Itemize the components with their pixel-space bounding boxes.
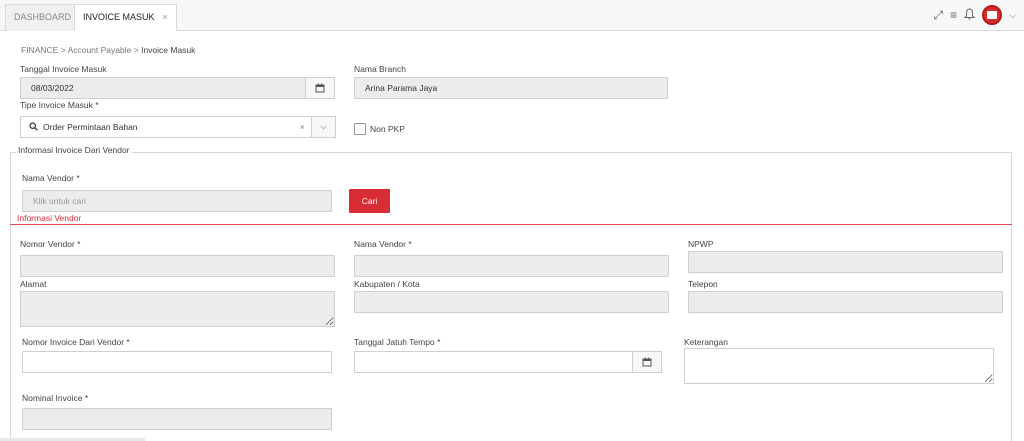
tab-invoice-masuk[interactable]: INVOICE MASUK × — [74, 4, 177, 32]
nama-branch-field: Arina Parama Jaya — [354, 77, 668, 99]
breadcrumb: FINANCE > Account Payable > Invoice Masu… — [21, 45, 196, 55]
nomor-vendor-label: Nomor Vendor * — [20, 239, 81, 249]
tipe-invoice-value: Order Permintaan Bahan — [43, 122, 138, 132]
breadcrumb-finance[interactable]: FINANCE — [21, 45, 58, 55]
divider — [10, 224, 1012, 225]
search-icon — [29, 122, 38, 133]
chevron-down-icon[interactable]: ⌵ — [1009, 10, 1016, 21]
nama-branch-label: Nama Branch — [354, 64, 406, 74]
kabupaten-field — [354, 291, 669, 313]
non-pkp-label: Non PKP — [370, 124, 405, 134]
nomor-vendor-field — [20, 255, 335, 277]
nama-vendor-search-label: Nama Vendor * — [22, 173, 80, 183]
telepon-label: Telepon — [688, 279, 718, 289]
avatar[interactable] — [982, 5, 1003, 25]
npwp-label: NPWP — [688, 239, 714, 249]
nominal-invoice-field — [22, 408, 332, 430]
tanggal-jatuh-tempo-label: Tanggal Jatuh Tempo * — [354, 337, 441, 347]
kabupaten-label: Kabupaten / Kota — [354, 279, 420, 289]
vendor-fieldset-legend: Informasi Invoice Dari Vendor — [16, 145, 132, 155]
bell-icon[interactable] — [963, 7, 976, 23]
nominal-invoice-label: Nominal Invoice * — [22, 393, 89, 403]
telepon-field — [688, 291, 1003, 313]
tab-dashboard[interactable]: DASHBOARD — [5, 4, 81, 31]
tanggal-invoice-field[interactable]: 08/03/2022 — [20, 77, 306, 99]
nama-vendor-label: Nama Vendor * — [354, 239, 412, 249]
clear-icon[interactable]: × — [300, 117, 305, 137]
tab-bar: DASHBOARD INVOICE MASUK × ⤢ ≡ ⌵ — [0, 0, 1024, 32]
expand-icon[interactable]: ⤢ — [934, 8, 944, 23]
alamat-textarea — [20, 291, 335, 327]
tanggal-jatuh-tempo-input[interactable] — [354, 351, 633, 373]
calendar-icon[interactable] — [632, 351, 662, 373]
non-pkp-checkbox[interactable] — [354, 123, 366, 135]
top-toolbar: ⤢ ≡ ⌵ — [934, 4, 1016, 26]
tanggal-invoice-label: Tanggal Invoice Masuk — [20, 64, 107, 74]
tipe-invoice-label: Tipe Invoice Masuk * — [20, 100, 99, 110]
breadcrumb-account-payable[interactable]: Account Payable — [68, 45, 132, 55]
alamat-label: Alamat — [20, 279, 47, 289]
breadcrumb-current: Invoice Masuk — [141, 45, 196, 55]
chevron-down-icon[interactable]: ⌵ — [311, 117, 335, 137]
vendor-search-input[interactable]: Klik untuk cari — [22, 190, 332, 212]
cari-button[interactable]: Cari — [349, 189, 390, 213]
main-panel: FINANCE > Account Payable > Invoice Masu… — [0, 31, 1024, 441]
menu-icon[interactable]: ≡ — [950, 8, 957, 22]
informasi-vendor-title: Informasi Vendor — [17, 213, 82, 223]
nomor-invoice-label: Nomor Invoice Dari Vendor * — [22, 337, 130, 347]
calendar-icon[interactable] — [305, 77, 335, 99]
close-tab-icon[interactable]: × — [163, 12, 168, 22]
nomor-invoice-input[interactable] — [22, 351, 332, 373]
nama-vendor-field — [354, 255, 669, 277]
tipe-invoice-select[interactable]: Order Permintaan Bahan × ⌵ — [20, 116, 336, 138]
npwp-field — [688, 251, 1003, 273]
keterangan-textarea[interactable] — [684, 348, 994, 384]
keterangan-label: Keterangan — [684, 337, 728, 347]
